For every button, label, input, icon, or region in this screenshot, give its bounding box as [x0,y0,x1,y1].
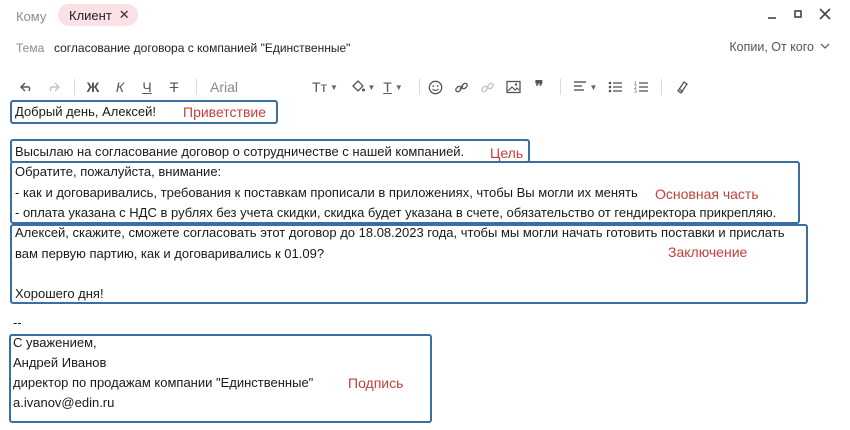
underline-button[interactable]: Ч [138,76,156,98]
subject-input[interactable]: согласование договора с компанией "Единс… [54,41,350,55]
purpose-box [10,139,530,163]
caret-down-icon: ▼ [367,82,376,92]
annotation-purpose: Цель [490,145,524,161]
align-left-icon [573,79,587,95]
conclusion-box [10,224,808,304]
font-family-select[interactable]: Arial [208,76,240,98]
image-icon[interactable] [504,76,522,98]
link-icon[interactable] [452,76,470,98]
redo-icon[interactable] [44,76,62,98]
caret-down-icon: ▼ [330,82,338,92]
strikethrough-button[interactable]: Т [165,76,183,98]
text-color-icon: Т [383,79,392,95]
subject-label: Тема [16,41,45,55]
align-select[interactable]: ▼ [571,76,599,98]
text-size-select[interactable]: Тт ▼ [310,76,340,98]
text-color-select[interactable]: Т ▼ [380,76,406,98]
toolbar-divider [560,79,561,95]
toolbar-divider [196,79,197,95]
copies-from-toggle[interactable]: Копии, От кого [729,40,830,54]
signature-separator: -- [13,315,22,330]
italic-button[interactable]: К [111,76,129,98]
toolbar-divider [74,79,75,95]
fill-color-select[interactable]: ▼ [348,76,378,98]
bulleted-list-icon[interactable] [606,76,624,98]
chevron-down-icon [820,42,830,53]
font-family-value: Arial [209,79,238,95]
undo-icon[interactable] [18,76,36,98]
toolbar-divider [661,79,662,95]
text-size-icon: Тт [312,79,328,95]
minimize-icon[interactable] [764,6,780,22]
copies-label: Копии, От кого [729,40,814,54]
annotation-conclusion: Заключение [668,244,748,260]
unlink-icon[interactable] [478,76,496,98]
formatting-toolbar: Ж К Ч Т Arial Тт ▼ ▼ Т ▼ ❞ ▼ 123 [14,76,836,98]
recipient-name: Клиент [69,7,112,23]
to-label: Кому [16,9,47,24]
annotation-main: Основная часть [655,186,761,202]
clear-format-icon[interactable] [673,76,691,98]
recipient-chip[interactable]: Клиент ✕ [58,4,138,26]
caret-down-icon: ▼ [394,82,403,92]
emoji-icon[interactable] [426,76,444,98]
paint-bucket-icon [351,79,365,96]
caret-down-icon: ▼ [589,82,598,92]
toolbar-divider [419,79,420,95]
annotation-greeting: Приветствие [183,104,266,120]
bold-button[interactable]: Ж [84,76,102,98]
svg-text:3: 3 [634,89,637,93]
quote-icon[interactable]: ❞ [529,76,549,98]
numbered-list-icon[interactable]: 123 [632,76,650,98]
close-icon[interactable] [817,6,833,22]
remove-recipient-icon[interactable]: ✕ [119,7,130,23]
maximize-icon[interactable] [790,6,806,22]
annotation-signature: Подпись [348,375,404,391]
